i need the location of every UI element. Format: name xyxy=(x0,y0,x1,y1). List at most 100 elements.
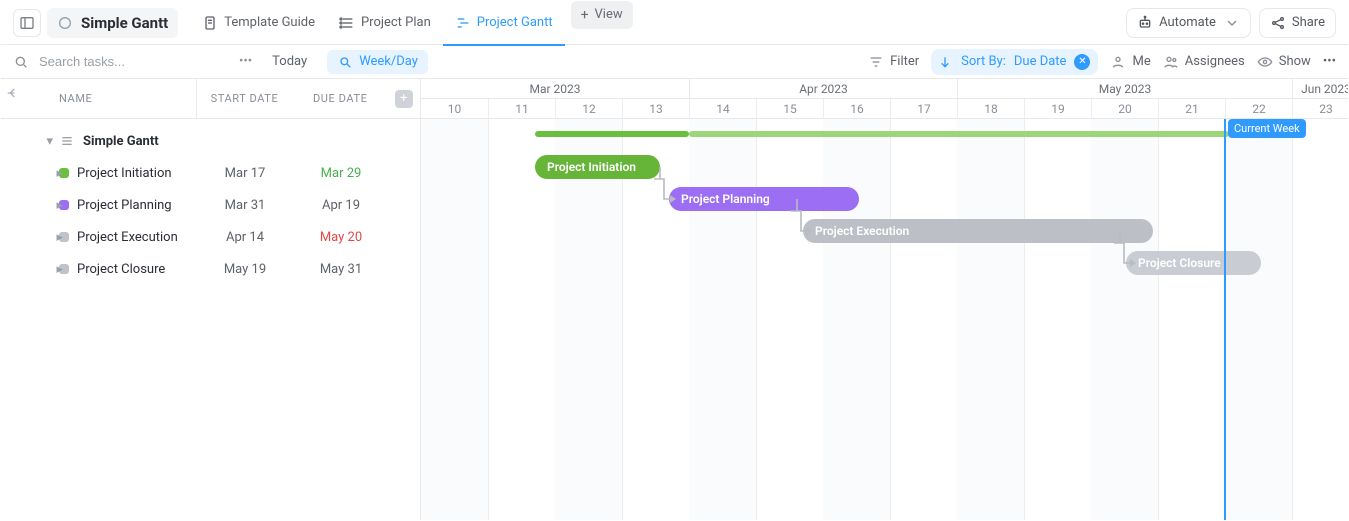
start-date: May 19 xyxy=(197,262,293,277)
chevron-down-icon xyxy=(1224,15,1240,31)
task-row[interactable]: ▸ Project Planning Mar 31 Apr 19 xyxy=(1,189,420,221)
tab-project-gantt[interactable]: Project Gantt xyxy=(443,1,565,45)
col-name[interactable]: NAME xyxy=(1,79,197,118)
due-date: May 20 xyxy=(293,230,389,245)
header-tabs: Template Guide Project Plan Project Gant… xyxy=(190,1,632,45)
dependency-arrow xyxy=(1114,231,1144,271)
bar-planning[interactable]: Project Planning xyxy=(669,187,859,211)
robot-icon xyxy=(1137,15,1153,31)
bar-label: Project Planning xyxy=(681,192,770,206)
task-name: Project Execution xyxy=(77,230,178,245)
add-column-button[interactable]: + xyxy=(388,79,420,118)
tracks: Project Initiation Project Planning Proj… xyxy=(421,119,1348,521)
task-name: Simple Gantt xyxy=(83,134,159,149)
zoom-weekday-button[interactable]: Week/Day xyxy=(327,50,428,74)
sort-prefix: Sort By: xyxy=(961,54,1006,69)
show-label: Show xyxy=(1279,54,1311,69)
more-button[interactable]: ••• xyxy=(1323,54,1336,69)
plus-icon: + xyxy=(581,8,589,22)
summary-progress-complete xyxy=(535,131,689,137)
automate-label: Automate xyxy=(1159,15,1216,30)
tab-label: Project Gantt xyxy=(477,15,553,30)
due-date: May 31 xyxy=(293,262,389,277)
gantt-icon xyxy=(455,15,471,31)
task-row[interactable]: ▸ Project Initiation Mar 17 Mar 29 xyxy=(1,157,420,189)
bar-label: Project Closure xyxy=(1138,256,1221,270)
show-button[interactable]: Show xyxy=(1257,54,1311,70)
bar-closure[interactable]: Project Closure xyxy=(1126,251,1261,275)
task-rows: ▾ Simple Gantt ▸ Project Initiation Mar … xyxy=(1,119,420,285)
month-header: May 2023 xyxy=(957,79,1292,99)
week-header: 17 xyxy=(890,99,957,119)
add-view-button[interactable]: + View xyxy=(571,1,633,29)
me-label: Me xyxy=(1132,54,1150,69)
more-search-button[interactable]: ••• xyxy=(239,54,252,69)
share-button[interactable]: Share xyxy=(1259,8,1336,38)
task-name: Project Closure xyxy=(77,262,165,277)
tab-project-plan[interactable]: Project Plan xyxy=(327,1,443,45)
add-view-label: View xyxy=(595,7,623,22)
bar-label: Project Initiation xyxy=(547,160,636,174)
bar-execution[interactable]: Project Execution xyxy=(803,219,1153,243)
tab-template-guide[interactable]: Template Guide xyxy=(190,1,327,45)
tab-label: Template Guide xyxy=(224,15,315,30)
chevron-left-icon xyxy=(5,85,21,101)
task-row[interactable]: ▸ Project Execution Apr 14 May 20 xyxy=(1,221,420,253)
column-headers: NAME Start Date Due Date + xyxy=(1,79,420,119)
bar-label: Project Execution xyxy=(815,224,909,238)
dependency-arrow xyxy=(791,199,821,239)
gantt-chart[interactable]: Mar 2023Apr 2023May 2023Jun 2023 1011121… xyxy=(421,79,1348,521)
current-week-line xyxy=(1224,119,1226,521)
sort-chip[interactable]: Sort By: Due Date ✕ xyxy=(931,49,1098,75)
search-input[interactable] xyxy=(37,53,197,70)
toolbar: ••• Today Week/Day Filter Sort By: Due D… xyxy=(1,45,1348,79)
project-title-chip[interactable]: Simple Gantt xyxy=(47,8,178,38)
task-row[interactable]: ▸ Project Closure May 19 May 31 xyxy=(1,253,420,285)
sort-clear-button[interactable]: ✕ xyxy=(1074,54,1090,70)
zoom-label: Week/Day xyxy=(359,54,418,69)
project-circle-icon xyxy=(57,15,73,31)
due-date: Apr 19 xyxy=(293,198,389,213)
automate-button[interactable]: Automate xyxy=(1126,8,1251,38)
caret-down-icon: ▾ xyxy=(46,134,53,149)
toolbar-right: Filter Sort By: Due Date ✕ Me Assignees … xyxy=(868,49,1336,75)
summary-progress-remaining xyxy=(689,131,1229,137)
collapse-left-panel[interactable] xyxy=(5,85,21,105)
share-label: Share xyxy=(1292,15,1325,30)
filter-button[interactable]: Filter xyxy=(868,54,919,70)
col-due[interactable]: Due Date xyxy=(292,92,388,105)
list-tree-icon xyxy=(339,15,355,31)
week-header: 11 xyxy=(488,99,555,119)
week-header: 14 xyxy=(689,99,756,119)
top-header: Simple Gantt Template Guide Project Plan… xyxy=(1,1,1348,45)
col-start[interactable]: Start Date xyxy=(197,92,293,105)
search-box[interactable] xyxy=(13,53,233,70)
assignees-label: Assignees xyxy=(1185,54,1245,69)
task-row-parent[interactable]: ▾ Simple Gantt xyxy=(1,125,420,157)
users-icon xyxy=(1163,54,1179,70)
user-icon xyxy=(1110,54,1126,70)
due-date: Mar 29 xyxy=(293,166,389,181)
eye-icon xyxy=(1257,54,1273,70)
start-date: Mar 17 xyxy=(197,166,293,181)
task-name: Project Initiation xyxy=(77,166,172,181)
current-week-badge: Current Week xyxy=(1228,119,1306,138)
bar-initiation[interactable]: Project Initiation xyxy=(535,155,660,179)
dots-icon: ••• xyxy=(1323,54,1336,69)
left-panel: NAME Start Date Due Date + ▾ Simple Gant… xyxy=(1,79,421,521)
month-row: Mar 2023Apr 2023May 2023Jun 2023 xyxy=(421,79,1348,99)
plus-icon: + xyxy=(395,90,413,108)
sidebar-toggle-button[interactable] xyxy=(13,9,41,37)
week-header: 15 xyxy=(756,99,823,119)
main: NAME Start Date Due Date + ▾ Simple Gant… xyxy=(1,79,1348,521)
start-date: Apr 14 xyxy=(197,230,293,245)
week-header: 12 xyxy=(555,99,622,119)
project-title: Simple Gantt xyxy=(81,14,168,32)
week-header: 16 xyxy=(823,99,890,119)
assignees-button[interactable]: Assignees xyxy=(1163,54,1245,70)
today-button[interactable]: Today xyxy=(262,50,317,74)
calendar-zoom-icon xyxy=(337,54,353,70)
me-button[interactable]: Me xyxy=(1110,54,1150,70)
share-icon xyxy=(1270,15,1286,31)
month-header: Mar 2023 xyxy=(421,79,689,99)
